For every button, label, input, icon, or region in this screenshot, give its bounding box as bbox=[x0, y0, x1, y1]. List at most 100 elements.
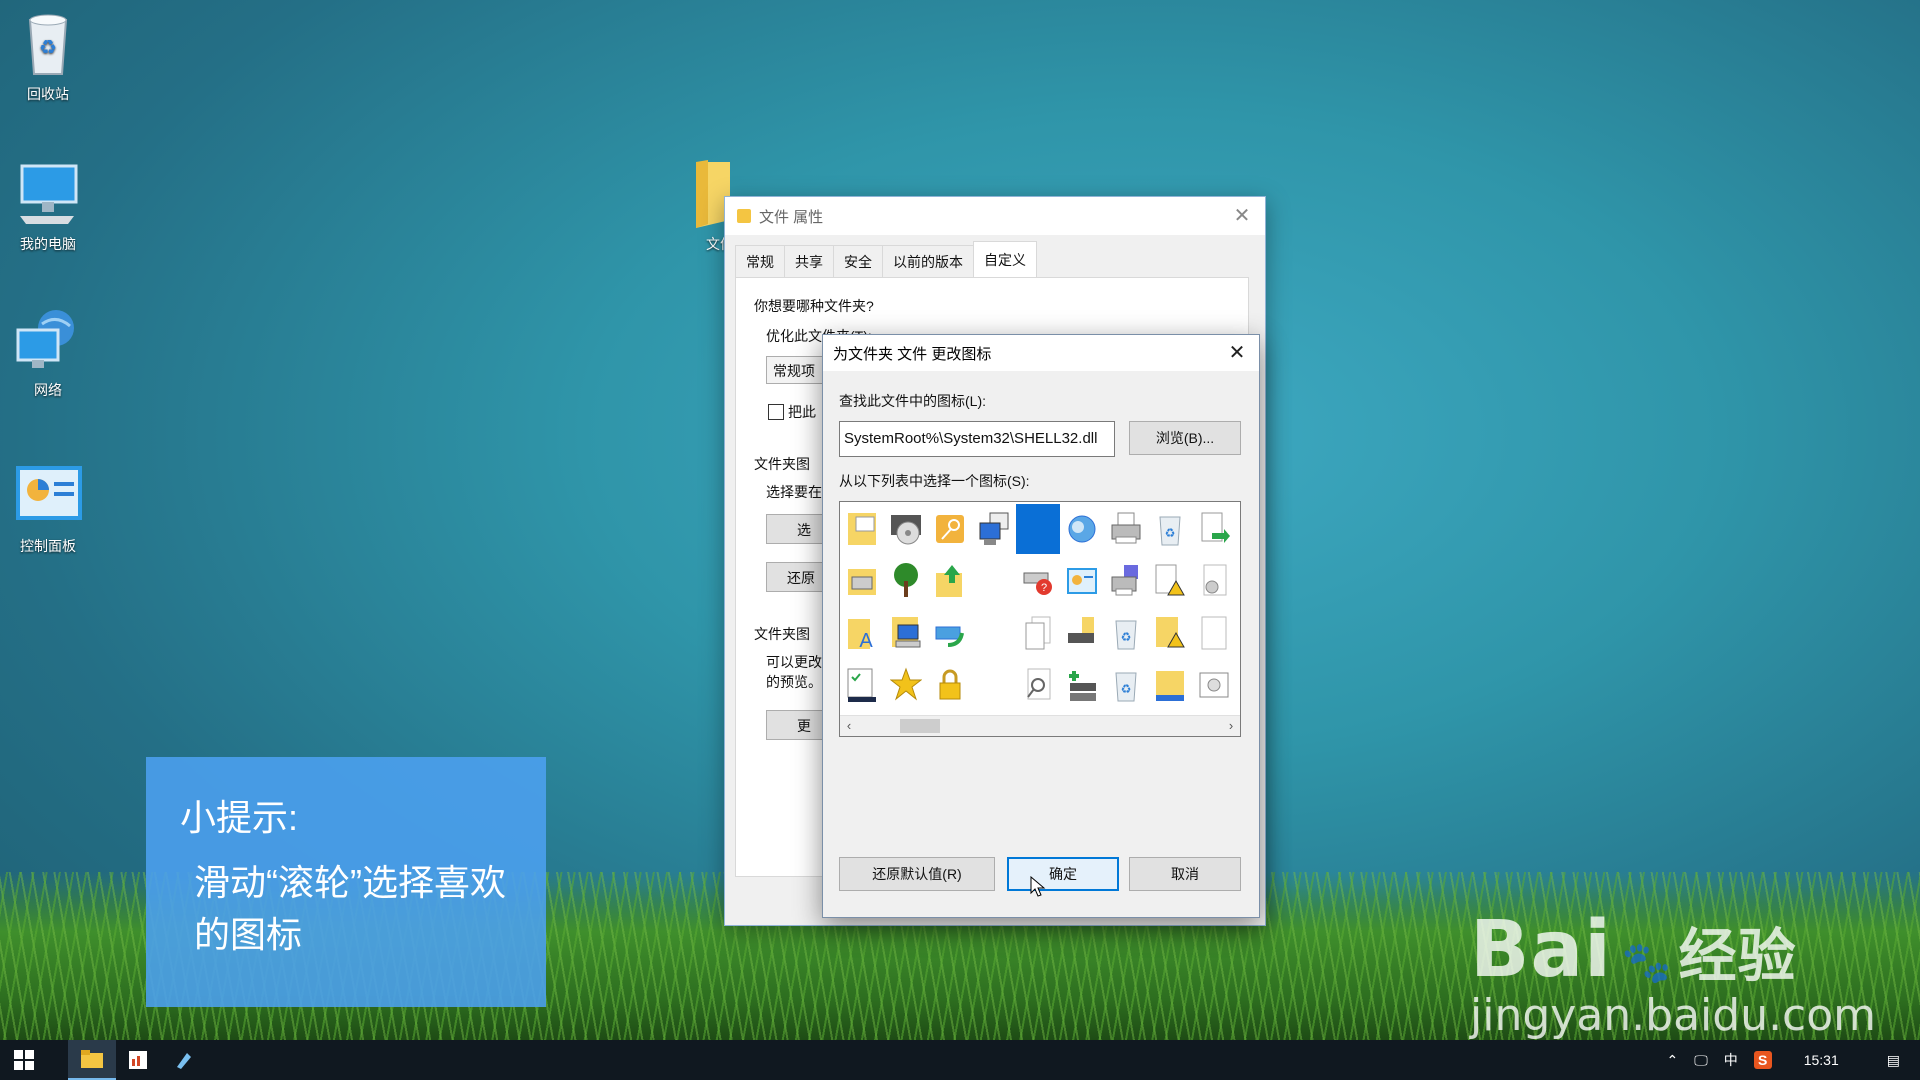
notepad-app-icon bbox=[177, 1053, 191, 1069]
tree-icon[interactable] bbox=[884, 556, 928, 606]
drive-help-icon[interactable]: ? bbox=[1016, 556, 1060, 606]
action-center-icon[interactable]: ▤ bbox=[1887, 1052, 1900, 1069]
lock-icon[interactable] bbox=[928, 660, 972, 710]
folder-icons-hint-line1: 可以更改 bbox=[766, 654, 822, 670]
folder-grid-icon[interactable] bbox=[840, 504, 884, 554]
recycle-empty-icon[interactable]: ♻ bbox=[1104, 608, 1148, 658]
cancel-button[interactable]: 取消 bbox=[1129, 857, 1241, 891]
properties-title: 文件 属性 bbox=[759, 208, 824, 226]
ime-indicator[interactable]: 中 bbox=[1724, 1050, 1738, 1070]
clock[interactable]: 15:31 bbox=[1804, 1052, 1839, 1068]
key-icon[interactable] bbox=[928, 504, 972, 554]
folder-mini-icon bbox=[737, 209, 751, 223]
taskbar-slides-app[interactable] bbox=[114, 1040, 162, 1080]
settings-window-icon[interactable] bbox=[1192, 660, 1236, 710]
taskbar-notepad-app[interactable] bbox=[160, 1040, 208, 1080]
folder-note-icon[interactable] bbox=[1148, 660, 1192, 710]
desktop-icon-network[interactable]: 网络 bbox=[0, 304, 96, 400]
icon-file-path-input[interactable]: SystemRoot%\System32\SHELL32.dll bbox=[839, 421, 1115, 457]
scroll-thumb[interactable] bbox=[900, 719, 940, 733]
browse-button[interactable]: 浏览(B)... bbox=[1129, 421, 1241, 455]
blank-icon[interactable] bbox=[972, 660, 1016, 710]
drive-folder-icon[interactable] bbox=[1060, 608, 1104, 658]
watermark-text: Bai bbox=[1470, 905, 1612, 995]
properties-close-button[interactable]: ✕ bbox=[1229, 203, 1255, 229]
star-icon[interactable] bbox=[884, 660, 928, 710]
scroll-right-icon[interactable]: › bbox=[1222, 716, 1240, 736]
folder-type-question: 你想要哪种文件夹? bbox=[754, 298, 874, 314]
folder-computer-icon[interactable] bbox=[884, 608, 928, 658]
sogou-ime-icon[interactable]: S bbox=[1753, 1051, 1772, 1069]
change-icon-close-button[interactable]: ✕ bbox=[1223, 339, 1251, 367]
recycle-icon[interactable]: ♻ bbox=[1104, 660, 1148, 710]
desktop-icon-label: 控制面板 bbox=[20, 538, 76, 554]
folder-printer-icon[interactable] bbox=[840, 556, 884, 606]
computer-window-icon[interactable] bbox=[972, 504, 1016, 554]
document-blank-icon[interactable] bbox=[1192, 608, 1236, 658]
restore-default-picture-button[interactable]: 还原 bbox=[766, 562, 826, 592]
taskbar-file-explorer[interactable] bbox=[68, 1040, 116, 1080]
scroll-left-icon[interactable]: ‹ bbox=[840, 716, 858, 736]
control-panel-icon bbox=[12, 460, 84, 532]
refresh-drive-icon[interactable] bbox=[928, 608, 972, 658]
paw-icon: 🐾 bbox=[1621, 940, 1673, 986]
tab-previous-versions[interactable]: 以前的版本 bbox=[882, 245, 974, 278]
computer-icon bbox=[12, 158, 84, 230]
desktop-icon-label: 回收站 bbox=[27, 86, 69, 102]
desktop-icon-control-panel[interactable]: 控制面板 bbox=[0, 460, 96, 556]
apply-subfolders-label: 把此 bbox=[788, 404, 816, 420]
dvd-drive-icon[interactable] bbox=[884, 504, 928, 554]
printer-icon[interactable] bbox=[1104, 504, 1148, 554]
folder-icons-hint-line2: 的预览。 bbox=[766, 674, 822, 690]
documents-stack-icon[interactable] bbox=[1016, 608, 1060, 658]
change-icon-title: 为文件夹 文件 更改图标 bbox=[833, 345, 992, 363]
printer-fax-icon[interactable] bbox=[1104, 556, 1148, 606]
folder-icons-group-label: 文件夹图 bbox=[754, 626, 810, 642]
recycle-full-icon[interactable]: ♻ bbox=[1148, 504, 1192, 554]
svg-text:♻: ♻ bbox=[1165, 526, 1176, 540]
checklist-icon[interactable] bbox=[840, 660, 884, 710]
optimize-select[interactable]: 常规项 bbox=[766, 356, 826, 384]
properties-titlebar: 文件 属性 bbox=[725, 197, 1265, 235]
tray-chevron-up-icon[interactable]: ⌃ bbox=[1666, 1052, 1678, 1069]
document-arrow-icon[interactable] bbox=[1192, 504, 1236, 554]
tip-overlay: 小提示: 滑动“滚轮”选择喜欢的图标 bbox=[146, 757, 546, 1007]
icon-list[interactable]: ♻ ? A ♻ ♻ ‹ › bbox=[839, 501, 1241, 737]
change-icon-button[interactable]: 更 bbox=[766, 710, 826, 740]
tip-title: 小提示: bbox=[180, 797, 299, 838]
mouse-cursor-icon bbox=[1030, 876, 1046, 897]
tab-customize[interactable]: 自定义 bbox=[973, 241, 1037, 278]
tab-security[interactable]: 安全 bbox=[833, 245, 883, 278]
file-explorer-icon bbox=[81, 1050, 103, 1068]
search-document-icon[interactable] bbox=[1016, 660, 1060, 710]
icon-list-hscrollbar[interactable]: ‹ › bbox=[840, 715, 1240, 736]
tab-sharing[interactable]: 共享 bbox=[784, 245, 834, 278]
blank-icon[interactable] bbox=[972, 608, 1016, 658]
ok-button[interactable]: 确定 bbox=[1007, 857, 1119, 891]
desktop-icon-recycle-bin[interactable]: ♻ 回收站 bbox=[0, 8, 96, 104]
folder-pictures-group-label: 文件夹图 bbox=[754, 456, 810, 472]
desktop-icon-label: 网络 bbox=[34, 382, 62, 398]
tray-network-icon[interactable]: 🖵 bbox=[1694, 1052, 1708, 1069]
start-button[interactable] bbox=[0, 1040, 48, 1080]
apply-subfolders-checkbox[interactable] bbox=[768, 404, 784, 420]
folder-font-icon[interactable]: A bbox=[840, 608, 884, 658]
network-icon bbox=[12, 304, 84, 376]
icon-row: A ♻ bbox=[840, 608, 1236, 658]
document-warning-icon[interactable] bbox=[1148, 556, 1192, 606]
restore-defaults-button[interactable]: 还原默认值(R) bbox=[839, 857, 995, 891]
selected-blank-icon[interactable] bbox=[1016, 504, 1060, 554]
control-panel-mini-icon[interactable] bbox=[1060, 556, 1104, 606]
choose-file-button[interactable]: 选 bbox=[766, 514, 826, 544]
tab-general[interactable]: 常规 bbox=[735, 245, 785, 278]
folder-warning-icon[interactable] bbox=[1148, 608, 1192, 658]
add-drive-icon[interactable] bbox=[1060, 660, 1104, 710]
folder-up-icon[interactable] bbox=[928, 556, 972, 606]
recycle-bin-icon: ♻ bbox=[12, 8, 84, 80]
icon-row: ♻ bbox=[840, 660, 1236, 710]
desktop-icon-computer[interactable]: 我的电脑 bbox=[0, 158, 96, 254]
document-gear-icon[interactable] bbox=[1192, 556, 1236, 606]
network-globe-icon[interactable] bbox=[1060, 504, 1104, 554]
blank-icon[interactable] bbox=[972, 556, 1016, 606]
tip-body: 滑动“滚轮”选择喜欢的图标 bbox=[194, 862, 506, 955]
